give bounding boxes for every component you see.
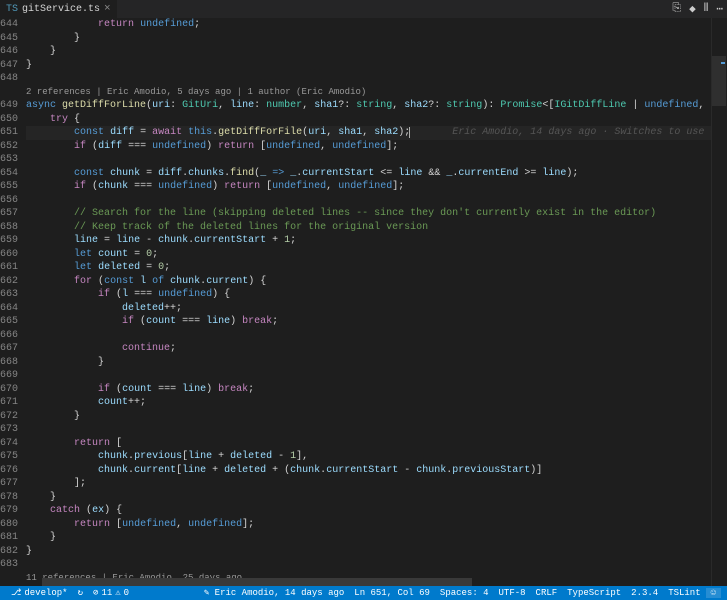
feedback-icon[interactable]: ☺: [706, 588, 721, 598]
code-line[interactable]: [26, 72, 727, 86]
code-line[interactable]: }: [26, 45, 727, 59]
code-line[interactable]: chunk.previous[line + deleted - 1],: [26, 450, 727, 464]
tslint[interactable]: TSLint: [663, 588, 705, 598]
code-line[interactable]: [26, 153, 727, 167]
code-line[interactable]: async getDiffForLine(uri: GitUri, line: …: [26, 99, 727, 113]
branch-name: develop*: [24, 588, 67, 598]
code-line[interactable]: }: [26, 545, 727, 559]
layout-icon[interactable]: ⫴: [704, 3, 709, 15]
hscrollbar-thumb[interactable]: [42, 578, 472, 586]
code-line[interactable]: return [undefined, undefined];: [26, 518, 727, 532]
code-line[interactable]: if (count === line) break;: [26, 383, 727, 397]
code-line[interactable]: let count = 0;: [26, 248, 727, 262]
code-line[interactable]: if (diff === undefined) return [undefine…: [26, 140, 727, 154]
more-icon[interactable]: ⋯: [716, 2, 723, 16]
code-line[interactable]: try {: [26, 113, 727, 127]
sync-icon: ↻: [78, 588, 83, 598]
code-line[interactable]: deleted++;: [26, 302, 727, 316]
code-line[interactable]: chunk.current[line + deleted + (chunk.cu…: [26, 464, 727, 478]
language-mode[interactable]: TypeScript: [562, 588, 626, 598]
horizontal-scrollbar[interactable]: [42, 578, 711, 586]
statusbar: ⎇ develop* ↻ ⊘ 11 ⚠ 0 ✎ Eric Amodio, 14 …: [0, 586, 727, 600]
problems-item[interactable]: ⊘ 11 ⚠ 0: [88, 588, 134, 598]
code-line[interactable]: [26, 369, 727, 383]
code-line[interactable]: let deleted = 0;: [26, 261, 727, 275]
editor[interactable]: 644645646647648 649650651652653654655656…: [0, 18, 727, 586]
code-line[interactable]: if (l === undefined) {: [26, 288, 727, 302]
code-line[interactable]: return [: [26, 437, 727, 451]
minimap-mark: [721, 62, 725, 64]
code-line[interactable]: }: [26, 410, 727, 424]
code-line[interactable]: [26, 194, 727, 208]
code-line[interactable]: }: [26, 356, 727, 370]
code-line[interactable]: count++;: [26, 396, 727, 410]
encoding[interactable]: UTF-8: [494, 588, 531, 598]
diff-icon[interactable]: ◆: [689, 2, 696, 16]
sync-item[interactable]: ↻: [73, 588, 88, 598]
warning-count: 0: [124, 588, 129, 598]
ts-version[interactable]: 2.3.4: [626, 588, 663, 598]
typescript-icon: TS: [6, 4, 18, 15]
code-area[interactable]: return undefined; } }} 2 references | Er…: [26, 18, 727, 586]
branch-icon: ⎇: [11, 588, 21, 598]
eol[interactable]: CRLF: [531, 588, 563, 598]
blame-item[interactable]: ✎ Eric Amodio, 14 days ago: [199, 588, 349, 598]
code-line[interactable]: }: [26, 59, 727, 73]
code-line[interactable]: if (chunk === undefined) return [undefin…: [26, 180, 727, 194]
minimap[interactable]: [711, 18, 727, 586]
code-line[interactable]: for (const l of chunk.current) {: [26, 275, 727, 289]
editor-actions: ⎘ ◆ ⫴ ⋯: [672, 0, 723, 18]
branch-item[interactable]: ⎇ develop*: [6, 588, 73, 598]
code-line[interactable]: if (count === line) break;: [26, 315, 727, 329]
code-line[interactable]: [26, 329, 727, 343]
code-line[interactable]: return undefined;: [26, 18, 727, 32]
indentation[interactable]: Spaces: 4: [435, 588, 494, 598]
code-line[interactable]: line = line - chunk.currentStart + 1;: [26, 234, 727, 248]
split-icon[interactable]: ⎘: [672, 3, 681, 15]
code-line[interactable]: const chunk = diff.chunks.find(_ => _.cu…: [26, 167, 727, 181]
cursor-position[interactable]: Ln 651, Col 69: [349, 588, 435, 598]
error-icon: ⊘: [93, 588, 98, 598]
codelens[interactable]: 2 references | Eric Amodio, 5 days ago |…: [26, 86, 727, 100]
error-count: 11: [101, 588, 112, 598]
code-line[interactable]: const diff = await this.getDiffForFile(u…: [26, 126, 727, 140]
code-line[interactable]: catch (ex) {: [26, 504, 727, 518]
code-line[interactable]: ];: [26, 477, 727, 491]
code-line[interactable]: // Keep track of the deleted lines for t…: [26, 221, 727, 235]
code-line[interactable]: continue;: [26, 342, 727, 356]
code-line[interactable]: [26, 423, 727, 437]
tab-label: gitService.ts: [22, 4, 100, 15]
tab-bar: TS gitService.ts × ⎘ ◆ ⫴ ⋯: [0, 0, 727, 18]
code-line[interactable]: // Search for the line (skipping deleted…: [26, 207, 727, 221]
code-line[interactable]: }: [26, 531, 727, 545]
code-line[interactable]: [26, 558, 727, 572]
code-line[interactable]: }: [26, 491, 727, 505]
line-gutter: 644645646647648 649650651652653654655656…: [0, 18, 26, 586]
close-icon[interactable]: ×: [104, 3, 111, 15]
tab-gitservice[interactable]: TS gitService.ts ×: [0, 0, 117, 18]
code-line[interactable]: }: [26, 32, 727, 46]
warning-icon: ⚠: [115, 588, 120, 598]
